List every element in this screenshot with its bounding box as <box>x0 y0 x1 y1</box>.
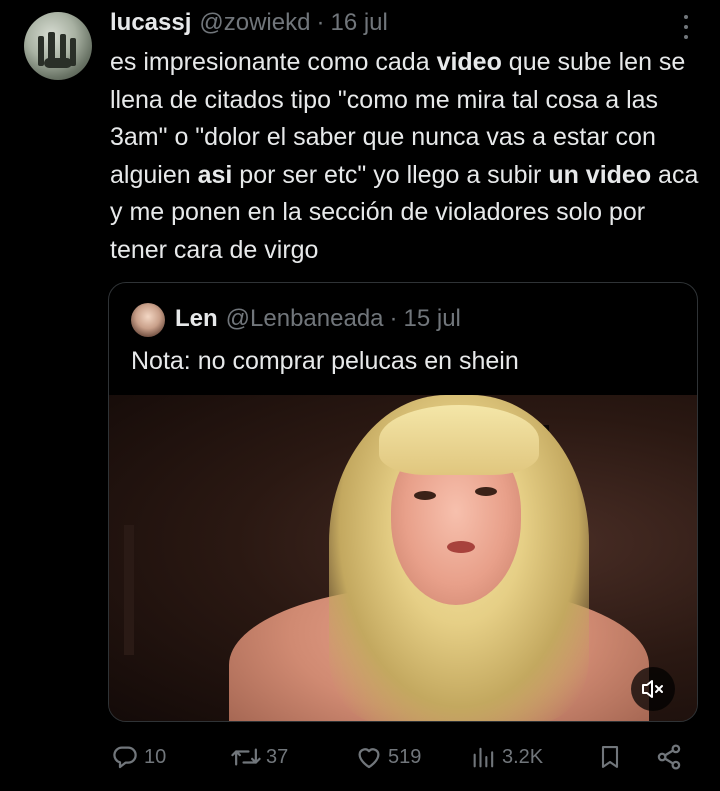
quoted-tweet-text: Nota: no comprar pelucas en shein <box>131 347 519 375</box>
video-person-mouth <box>447 541 475 553</box>
retweet-count: 37 <box>266 745 289 768</box>
video-person-fringe <box>379 405 539 475</box>
bookmark-button[interactable] <box>596 735 624 779</box>
quoted-tweet-date[interactable]: 15 jul <box>404 305 461 333</box>
views-icon <box>470 742 498 772</box>
views-count: 3.2K <box>502 745 544 768</box>
video-person-eye <box>475 487 497 496</box>
author-handle[interactable]: @zowiekd <box>199 9 310 37</box>
separator-dot: · <box>316 9 325 36</box>
quoted-author-display-name[interactable]: Len <box>175 305 218 333</box>
retweet-button[interactable]: 37 <box>230 735 288 779</box>
retweet-icon <box>230 742 262 772</box>
quoted-tweet-card[interactable]: Len @Lenbaneada · 15 jul Nota: no compra… <box>108 282 698 722</box>
author-display-name[interactable]: lucassj <box>110 9 191 37</box>
reply-button[interactable]: 10 <box>110 735 166 779</box>
tweet-action-bar: 10 37 519 3.2K <box>108 735 698 779</box>
tweet-text: es impresionante como cada video que sub… <box>110 44 700 269</box>
quoted-tweet-header: Len @Lenbaneada · 15 jul <box>175 301 461 337</box>
separator-dot: · <box>389 305 398 332</box>
tweet-date[interactable]: 16 jul <box>330 9 387 37</box>
tweet-text-bold: asi <box>197 160 233 189</box>
quoted-author-handle[interactable]: @Lenbaneada <box>226 305 384 333</box>
views-button[interactable]: 3.2K <box>470 735 543 779</box>
tweet-text-segment: por ser etc" yo llego a subir <box>232 160 549 189</box>
tweet-header: lucassj @zowiekd · 16 jul <box>110 6 690 40</box>
video-shelf <box>124 525 134 655</box>
like-count: 519 <box>388 745 422 768</box>
video-person-eye <box>414 491 436 500</box>
quoted-author-avatar[interactable] <box>131 303 165 337</box>
share-button[interactable] <box>654 735 684 779</box>
like-icon <box>354 742 384 772</box>
tweet-text-bold: un video <box>548 160 652 189</box>
speaker-muted-icon[interactable] <box>631 667 675 711</box>
bookmark-icon <box>596 742 624 772</box>
reply-count: 10 <box>144 745 167 768</box>
like-button[interactable]: 519 <box>354 735 421 779</box>
quoted-video[interactable] <box>109 395 697 721</box>
tweet-text-segment: es impresionante como cada <box>110 48 437 76</box>
author-avatar[interactable] <box>24 12 92 80</box>
more-options-icon[interactable] <box>682 12 690 42</box>
tweet-text-bold: video <box>436 48 502 76</box>
share-icon <box>654 742 684 772</box>
reply-icon <box>110 742 140 772</box>
